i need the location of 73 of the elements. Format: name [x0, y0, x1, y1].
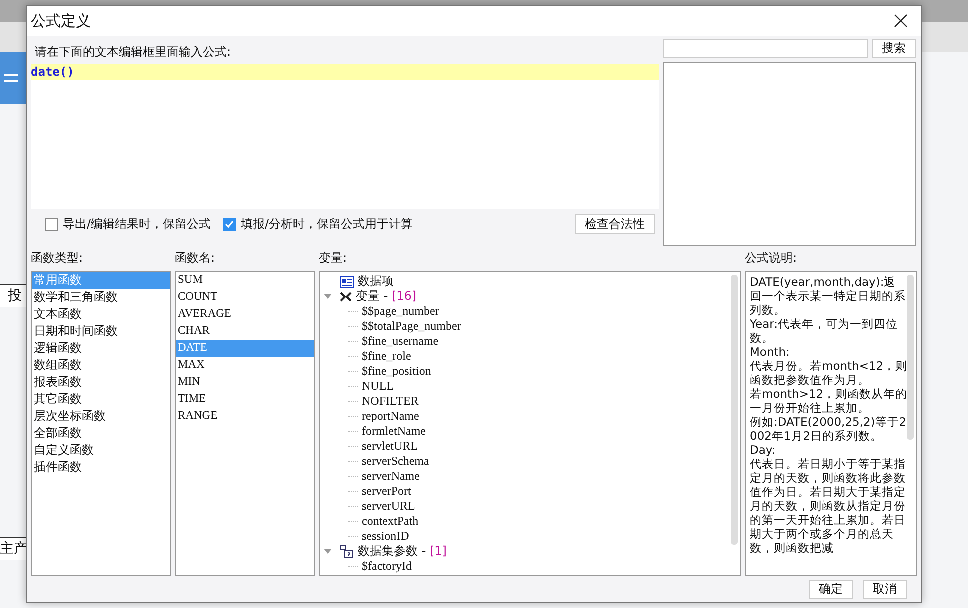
list-label: 变量: — [319, 250, 348, 267]
tree-leaf[interactable]: $factoryId — [362, 559, 412, 574]
tree-leaf[interactable]: $$page_number — [362, 304, 440, 319]
tree-leaf[interactable]: serverName — [362, 469, 420, 484]
description-text: Year:代表年，可为一到四位数。 — [750, 317, 900, 345]
window-title: 公式定义 — [31, 12, 91, 30]
list-item[interactable]: 日期和时间函数 — [32, 323, 170, 340]
scrollbar[interactable] — [731, 275, 738, 545]
search-field[interactable] — [663, 39, 868, 58]
tree-leaf[interactable]: NULL — [362, 379, 394, 394]
checkbox-label: 填报/分析时，保留公式用于计算 — [241, 216, 414, 232]
tree-leaf[interactable]: NOFILTER — [362, 394, 419, 409]
list-item[interactable]: 全部函数 — [32, 425, 170, 442]
description-text: 例如:DATE(2000,25,2)等于2002年1月2日的系列数。 — [750, 415, 908, 443]
description-text: 若month>12，则函数从年的一月份开始往上累加。 — [750, 387, 908, 415]
validate-button[interactable]: 检查合法性 — [575, 214, 655, 234]
list-item[interactable]: 自定义函数 — [32, 442, 170, 459]
description-text: DATE(year,month,day):返回一个表示某一特定日期的系列数。 — [750, 275, 907, 317]
search-button[interactable]: 搜索 — [872, 39, 916, 58]
close-icon[interactable] — [894, 14, 908, 28]
formula-editor[interactable]: 请在下面的文本编辑框里面输入公式: date() — [31, 39, 659, 209]
list-item[interactable]: 报表函数 — [32, 374, 170, 391]
tree-leaf[interactable]: contextPath — [362, 514, 419, 529]
tree-leaf[interactable]: sessionID — [362, 529, 410, 544]
checkbox-label: 导出/编辑结果时，保留公式 — [63, 216, 212, 232]
tree-leaf[interactable]: $fine_position — [362, 364, 432, 379]
checkbox[interactable] — [45, 218, 58, 230]
list-item[interactable]: TIME — [176, 391, 314, 408]
list-item[interactable]: COUNT — [176, 289, 314, 306]
tree-leaf[interactable]: serverSchema — [362, 454, 430, 469]
description-text: 代表日。若日期小于等于某指定月的天数，则函数将此参数值作为日。若日期大于某指定月的天数，则函数从指定月份的第一天开始往上累加。若日期大于两个或多个月的总天数，则函数把减 — [750, 457, 907, 555]
expand-arrow-icon[interactable] — [324, 548, 332, 554]
list-item[interactable]: 数组函数 — [32, 357, 170, 374]
tree-node-label[interactable]: 数据集参数 - [1] — [358, 543, 447, 560]
list-label: 公式说明: — [745, 250, 798, 267]
tree-leaf[interactable]: formletName — [362, 424, 426, 439]
list-item[interactable]: 文本函数 — [32, 306, 170, 323]
list-item[interactable]: 其它函数 — [32, 391, 170, 408]
tree-leaf[interactable]: serverURL — [362, 499, 416, 514]
tree-node-label[interactable]: 变量 - [16] — [356, 288, 417, 305]
scrollbar[interactable] — [907, 275, 914, 440]
list-item[interactable]: CHAR — [176, 323, 314, 340]
description-text: Month: — [750, 345, 791, 359]
list-item[interactable]: AVERAGE — [176, 306, 314, 323]
list-item[interactable]: MAX — [176, 357, 314, 374]
data-item-icon — [340, 276, 354, 288]
list-label: 函数类型: — [31, 250, 84, 267]
tree-leaf[interactable]: serverPort — [362, 484, 412, 499]
expand-arrow-icon[interactable] — [324, 294, 332, 300]
list-item[interactable]: RANGE — [176, 408, 314, 425]
list-item[interactable]: 层次坐标函数 — [32, 408, 170, 425]
list-item[interactable]: 数学和三角函数 — [32, 289, 170, 306]
list-item[interactable]: 插件函数 — [32, 459, 170, 476]
tree-leaf[interactable]: servletURL — [362, 439, 418, 454]
tree-leaf[interactable]: $fine_role — [362, 349, 412, 364]
description-text: 代表月份。若month<12，则函数把参数值作为月。 — [750, 359, 908, 387]
list-label: 函数名: — [175, 250, 216, 267]
tree-leaf[interactable]: $fine_username — [362, 334, 439, 349]
table-cell: 投 — [8, 287, 22, 305]
parameter-icon — [340, 544, 354, 558]
tree-node-label[interactable]: 数据项 — [358, 273, 394, 290]
tree-leaf[interactable]: reportName — [362, 409, 420, 424]
editor-label: 请在下面的文本编辑框里面输入公式: — [31, 39, 659, 64]
dialog-button[interactable]: 取消 — [863, 580, 907, 599]
menu-icon[interactable] — [4, 72, 18, 84]
formula-text: date() — [31, 65, 74, 79]
checkbox[interactable] — [223, 218, 236, 230]
tree-leaf[interactable]: $$totalPage_number — [362, 319, 462, 334]
list-item[interactable]: 逻辑函数 — [32, 340, 170, 357]
description-text: Day: — [750, 443, 777, 457]
dialog-button[interactable]: 确定 — [809, 580, 853, 599]
list-item[interactable]: MIN — [176, 374, 314, 391]
list-item[interactable]: SUM — [176, 272, 314, 289]
